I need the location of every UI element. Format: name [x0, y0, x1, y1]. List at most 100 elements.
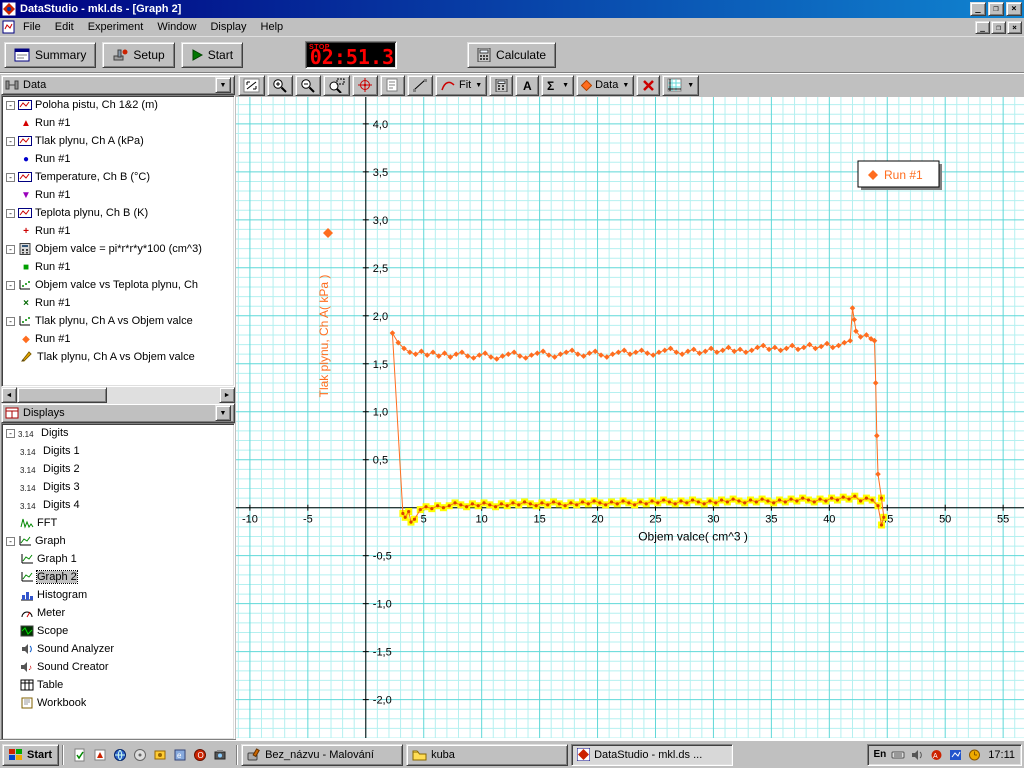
quick-launch-icon-7[interactable]: O: [191, 746, 209, 764]
data-item-6-run-0[interactable]: ◆Run #1: [2, 330, 234, 348]
expander-icon[interactable]: -: [6, 281, 15, 290]
tray-icon-4[interactable]: [947, 747, 963, 763]
mdi-restore-button[interactable]: ❐: [991, 21, 1006, 34]
quick-launch-icon-5[interactable]: [151, 746, 169, 764]
data-item-0[interactable]: -Poloha pistu, Ch 1&2 (m): [2, 96, 234, 114]
zoom-out-button[interactable]: [295, 75, 321, 96]
expander-icon[interactable]: -: [6, 537, 15, 546]
data-item-4-run-0[interactable]: ■Run #1: [2, 258, 234, 276]
display-item-graph[interactable]: -Graph: [2, 532, 234, 550]
displays-panel-dropdown-arrow[interactable]: ▼: [215, 405, 231, 421]
quick-launch-icon-4[interactable]: [131, 746, 149, 764]
slope-tool-button[interactable]: [407, 75, 433, 96]
expander-icon[interactable]: -: [6, 209, 15, 218]
display-item-sound-analyzer[interactable]: Sound Analyzer: [2, 640, 234, 658]
display-item-digits-3[interactable]: 3.14Digits 3: [2, 478, 234, 496]
quick-launch-icon-3[interactable]: [111, 746, 129, 764]
data-item-1-run-0[interactable]: ●Run #1: [2, 150, 234, 168]
setup-button[interactable]: Setup: [102, 42, 174, 68]
summary-button[interactable]: Summary: [4, 42, 96, 68]
series-run1-line[interactable]: [392, 308, 883, 525]
display-item-histogram[interactable]: Histogram: [2, 586, 234, 604]
display-item-digits-2[interactable]: 3.14Digits 2: [2, 460, 234, 478]
statistics-menu-button[interactable]: Σ▼: [541, 75, 574, 96]
displays-panel-header[interactable]: Displays ▼: [1, 403, 235, 423]
data-item-7[interactable]: Tlak plynu, Ch A vs Objem valce: [2, 348, 234, 366]
display-item-scope[interactable]: Scope: [2, 622, 234, 640]
menu-edit[interactable]: Edit: [48, 19, 81, 35]
start-button[interactable]: Start: [181, 42, 243, 68]
text-tool-button[interactable]: A: [515, 75, 539, 96]
expander-icon[interactable]: -: [6, 101, 15, 110]
data-item-5-run-0[interactable]: ×Run #1: [2, 294, 234, 312]
plot-area[interactable]: -10-55101520253035404550554,03,53,02,52,…: [236, 97, 1024, 740]
tray-icon-1[interactable]: [890, 747, 906, 763]
display-item-sound-creator[interactable]: ♪Sound Creator: [2, 658, 234, 676]
tray-icon-2[interactable]: [909, 747, 925, 763]
tray-icon-3[interactable]: A: [928, 747, 944, 763]
data-menu-button[interactable]: Data▼: [576, 75, 634, 96]
series-run1-markers[interactable]: [390, 305, 881, 477]
scale-to-fit-button[interactable]: [238, 75, 265, 96]
data-item-4[interactable]: -Objem valce = pi*r*r*y*100 (cm^3): [2, 240, 234, 258]
task-button-2[interactable]: kuba: [406, 744, 568, 766]
data-item-2-run-0[interactable]: ▼Run #1: [2, 186, 234, 204]
hscroll-thumb[interactable]: [17, 387, 107, 403]
display-item-digits-1[interactable]: 3.14Digits 1: [2, 442, 234, 460]
display-item-workbook[interactable]: Workbook: [2, 694, 234, 712]
graph-plot[interactable]: -10-55101520253035404550554,03,53,02,52,…: [236, 97, 1024, 738]
data-item-6[interactable]: -Tlak plynu, Ch A vs Objem valce: [2, 312, 234, 330]
tray-icon-5[interactable]: [966, 747, 982, 763]
expander-icon[interactable]: -: [6, 245, 15, 254]
display-item-digits[interactable]: -3.14Digits: [2, 424, 234, 442]
quick-launch-icon-6[interactable]: e: [171, 746, 189, 764]
mdi-close-button[interactable]: ×: [1007, 21, 1022, 34]
axis-settings-menu-button[interactable]: ▼: [662, 75, 699, 96]
data-item-3[interactable]: -Teplota plynu, Ch B (K): [2, 204, 234, 222]
hscroll-left-arrow[interactable]: ◄: [1, 387, 17, 403]
display-item-digits-4[interactable]: 3.14Digits 4: [2, 496, 234, 514]
minimize-button[interactable]: _: [970, 2, 986, 16]
taskbar-start-button[interactable]: Start: [2, 744, 59, 766]
calculate-tool-button[interactable]: [489, 75, 513, 96]
task-button-1[interactable]: Bez_názvu - Malování: [241, 744, 403, 766]
data-item-2[interactable]: -Temperature, Ch B (°C): [2, 168, 234, 186]
expander-icon[interactable]: -: [6, 137, 15, 146]
display-item-fft[interactable]: FFT: [2, 514, 234, 532]
quick-launch-icon-2[interactable]: [91, 746, 109, 764]
data-panel-dropdown-arrow[interactable]: ▼: [215, 77, 231, 93]
expander-icon[interactable]: -: [6, 429, 15, 438]
data-panel-header[interactable]: Data ▼: [1, 75, 235, 95]
data-item-5[interactable]: -Objem valce vs Teplota plynu, Ch: [2, 276, 234, 294]
menu-window[interactable]: Window: [150, 19, 203, 35]
data-item-3-run-0[interactable]: +Run #1: [2, 222, 234, 240]
menu-file[interactable]: File: [16, 19, 48, 35]
restore-button[interactable]: ❐: [988, 2, 1004, 16]
display-item-meter[interactable]: Meter: [2, 604, 234, 622]
menu-display[interactable]: Display: [203, 19, 253, 35]
data-item-1[interactable]: -Tlak plynu, Ch A (kPa): [2, 132, 234, 150]
data-item-0-run-0[interactable]: ▲Run #1: [2, 114, 234, 132]
task-button-3[interactable]: DataStudio - mkl.ds ...: [571, 744, 733, 766]
data-tree-hscrollbar[interactable]: ◄ ►: [1, 387, 235, 403]
note-tool-button[interactable]: [380, 75, 405, 96]
menu-experiment[interactable]: Experiment: [81, 19, 151, 35]
hscroll-right-arrow[interactable]: ►: [219, 387, 235, 403]
zoom-select-button[interactable]: [323, 75, 350, 96]
menu-help[interactable]: Help: [254, 19, 291, 35]
quick-launch-icon-1[interactable]: [71, 746, 89, 764]
delete-tool-button[interactable]: [636, 75, 660, 96]
zoom-in-button[interactable]: [267, 75, 293, 96]
quick-launch-icon-8[interactable]: [211, 746, 229, 764]
calculate-button[interactable]: Calculate: [467, 42, 556, 68]
legend[interactable]: Run #1: [858, 161, 942, 190]
hscroll-track[interactable]: [107, 387, 219, 403]
expander-icon[interactable]: -: [6, 173, 15, 182]
display-item-graph-2[interactable]: Graph 2: [2, 568, 234, 586]
fit-menu-button[interactable]: Fit▼: [435, 75, 487, 96]
close-button[interactable]: ×: [1006, 2, 1022, 16]
display-item-table[interactable]: Table: [2, 676, 234, 694]
language-indicator[interactable]: En: [874, 749, 887, 760]
display-item-graph-1[interactable]: Graph 1: [2, 550, 234, 568]
mdi-minimize-button[interactable]: _: [975, 21, 990, 34]
